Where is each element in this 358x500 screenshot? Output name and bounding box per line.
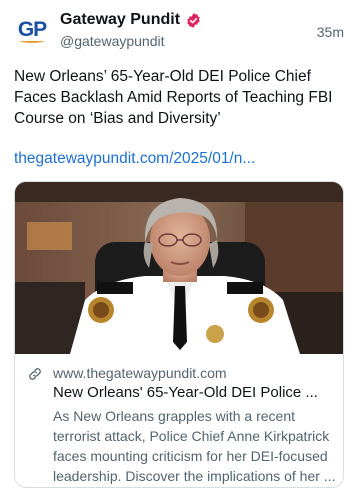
post-text: New Orleans’ 65-Year-Old DEI Police Chie… (14, 68, 333, 127)
post-link[interactable]: thegatewaypundit.com/2025/01/n... (14, 150, 255, 168)
card-title[interactable]: New Orleans' 65-Year-Old DEI Police ... (53, 384, 337, 401)
name-row: Gateway Pundit (60, 11, 202, 29)
link-preview-card[interactable]: www.thegatewaypundit.com New Orleans' 65… (14, 181, 344, 488)
post-header: GP Gateway Pundit @gatewaypundit 35m (0, 0, 358, 60)
author-display-name[interactable]: Gateway Pundit (60, 11, 180, 29)
card-image[interactable] (15, 182, 344, 354)
avatar-swoosh-icon (20, 39, 44, 43)
link-icon (29, 368, 41, 380)
avatar[interactable]: GP (14, 12, 50, 48)
author-handle[interactable]: @gatewaypundit (60, 33, 165, 49)
post-timestamp[interactable]: 35m (317, 24, 344, 40)
card-description: As New Orleans grapples with a recent te… (53, 408, 336, 484)
card-domain: www.thegatewaypundit.com (53, 365, 227, 381)
verified-badge-icon (187, 12, 200, 28)
card-meta[interactable]: www.thegatewaypundit.com New Orleans' 65… (15, 354, 343, 487)
